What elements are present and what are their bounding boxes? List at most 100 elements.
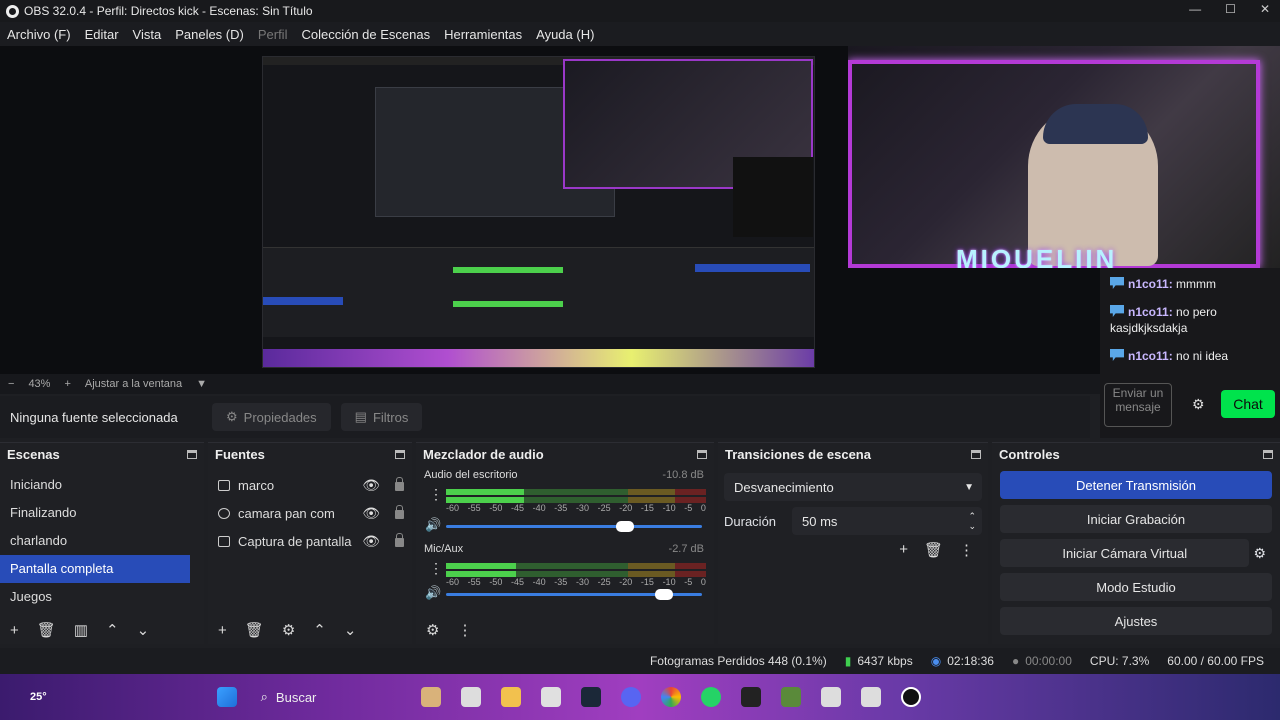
zoom-in-button[interactable]: +: [64, 378, 70, 390]
chat-send-button[interactable]: Chat: [1221, 390, 1275, 418]
menu-editar[interactable]: Editar: [78, 27, 126, 42]
undock-icon[interactable]: [395, 449, 405, 459]
fit-window-label[interactable]: Ajustar a la ventana: [85, 378, 182, 390]
whatsapp-icon[interactable]: [700, 687, 721, 707]
obs-logo-icon: [6, 4, 19, 18]
maximize-icon[interactable]: ☐: [1225, 2, 1236, 16]
trash-icon[interactable]: 🗑: [924, 541, 943, 559]
app-icon[interactable]: [420, 687, 441, 707]
gear-icon[interactable]: ⚙: [282, 621, 295, 639]
channel-menu-icon[interactable]: ⋮: [429, 487, 443, 501]
mixer-channel: Mic/Aux -2.7 dB ⋮ -60 -55 -50 -45 -40 -35 -30-…: [424, 543, 706, 601]
source-item[interactable]: marco 👁: [208, 471, 412, 499]
minecraft-icon[interactable]: [780, 687, 801, 707]
app-icon[interactable]: [460, 687, 481, 707]
add-icon[interactable]: +: [899, 541, 908, 559]
transition-select[interactable]: Desvanecimiento ▼: [724, 473, 982, 501]
trash-icon[interactable]: 🗑: [245, 621, 264, 639]
sources-dock: Fuentes marco 👁 camara pan com 👁 Captura d…: [208, 442, 412, 644]
transitions-dock: Transiciones de escena Desvanecimiento ▼…: [718, 442, 988, 644]
sources-title: Fuentes: [215, 446, 265, 462]
undock-icon[interactable]: [1263, 449, 1273, 459]
gear-icon[interactable]: ⚙: [1253, 545, 1266, 562]
properties-button[interactable]: ⚙ Propiedades: [212, 403, 331, 431]
discord-icon[interactable]: [620, 687, 641, 707]
channel-menu-icon[interactable]: ⋮: [429, 561, 443, 575]
stop-streaming-button[interactable]: Detener Transmisión: [1000, 471, 1272, 499]
volume-slider[interactable]: [446, 521, 702, 532]
stepper-icon[interactable]: ⌃ ⌄: [968, 511, 976, 531]
speaker-icon[interactable]: 🔊: [425, 585, 441, 601]
arrow-up-icon[interactable]: ⌃: [313, 621, 326, 639]
filters-button[interactable]: ▤ Filtros: [340, 403, 423, 431]
transition-menu-icon[interactable]: ⋮: [959, 541, 974, 559]
scene-item[interactable]: charlando: [0, 527, 204, 555]
undock-icon[interactable]: [971, 449, 981, 459]
menu-perfil[interactable]: Perfil: [251, 27, 295, 42]
meter-tick-label: -40: [532, 577, 546, 587]
trash-icon[interactable]: 🗑: [37, 621, 56, 639]
menu-paneles[interactable]: Paneles (D): [168, 27, 251, 42]
source-item[interactable]: Captura de pantalla 👁: [208, 527, 412, 555]
eye-icon[interactable]: 👁: [362, 477, 380, 494]
menu-coleccion-escenas[interactable]: Colección de Escenas: [294, 27, 437, 42]
scene-item[interactable]: Juegos: [0, 583, 204, 611]
epic-games-icon[interactable]: [740, 687, 761, 707]
steam-icon[interactable]: [580, 687, 601, 707]
chat-input[interactable]: Enviar un mensaje: [1104, 383, 1172, 427]
record-icon: ●: [1011, 654, 1020, 668]
chat-message: n1co11: no ni idea: [1100, 346, 1280, 366]
add-icon[interactable]: +: [218, 622, 227, 639]
studio-mode-button[interactable]: Modo Estudio: [1000, 573, 1272, 601]
arrow-down-icon[interactable]: ⌄: [137, 621, 150, 639]
lock-icon[interactable]: [395, 505, 404, 519]
menu-ayuda[interactable]: Ayuda (H): [529, 27, 601, 42]
undock-icon[interactable]: [187, 449, 197, 459]
eye-icon[interactable]: 👁: [362, 533, 380, 550]
scene-item[interactable]: Iniciando: [0, 471, 204, 499]
add-icon[interactable]: +: [10, 622, 19, 639]
chrome-icon[interactable]: [660, 687, 681, 707]
minimize-icon[interactable]: —: [1189, 2, 1201, 16]
zoom-bar: − 43% + Ajustar a la ventana ▼: [0, 374, 1100, 394]
arrow-down-icon[interactable]: ⌄: [344, 621, 357, 639]
eye-icon[interactable]: 👁: [362, 505, 380, 522]
undock-icon[interactable]: [697, 449, 707, 459]
close-icon[interactable]: ✕: [1260, 2, 1270, 16]
scene-item-selected[interactable]: Pantalla completa: [0, 555, 190, 583]
file-explorer-icon[interactable]: [500, 687, 521, 707]
arrow-up-icon[interactable]: ⌃: [106, 621, 119, 639]
lock-icon[interactable]: [395, 533, 404, 547]
source-item[interactable]: camara pan com 👁: [208, 499, 412, 527]
meter-tick-label: -55: [467, 577, 481, 587]
mixer-menu-icon[interactable]: ⋮: [457, 621, 472, 639]
start-virtual-camera-button[interactable]: Iniciar Cámara Virtual: [1000, 539, 1250, 567]
app-icon[interactable]: [860, 687, 881, 707]
meter-tick-label: -20: [619, 577, 633, 587]
image-icon: [218, 479, 230, 491]
zoom-out-button[interactable]: −: [8, 378, 14, 390]
chevron-down-icon[interactable]: ▼: [196, 378, 207, 390]
duration-input[interactable]: 50 ms ⌃ ⌄: [792, 507, 982, 535]
menu-vista[interactable]: Vista: [126, 27, 169, 42]
volume-slider[interactable]: [446, 589, 702, 600]
scenes-title: Escenas: [7, 446, 60, 462]
lock-icon[interactable]: [395, 477, 404, 491]
speaker-icon[interactable]: 🔊: [425, 517, 441, 533]
start-recording-button[interactable]: Iniciar Grabación: [1000, 505, 1272, 533]
windows-start-icon[interactable]: [216, 687, 237, 707]
advanced-audio-icon[interactable]: ⚙: [426, 621, 439, 639]
scene-item[interactable]: Finalizando: [0, 499, 204, 527]
menu-herramientas[interactable]: Herramientas: [437, 27, 529, 42]
gear-icon[interactable]: ⚙: [1192, 396, 1205, 413]
menu-archivo[interactable]: Archivo (F): [0, 27, 78, 42]
app-icon[interactable]: [820, 687, 841, 707]
taskbar-search[interactable]: ⌕ Buscar: [261, 689, 411, 705]
chat-message: n1co11: no pero kasjdkjksdakja: [1110, 305, 1217, 335]
weather-widget[interactable]: 25°: [30, 691, 47, 703]
settings-button[interactable]: Ajustes: [1000, 607, 1272, 635]
store-icon[interactable]: [540, 687, 561, 707]
filter-icon[interactable]: ▥: [74, 621, 88, 639]
meter-tick-label: -25: [597, 577, 611, 587]
obs-icon[interactable]: [900, 687, 921, 707]
